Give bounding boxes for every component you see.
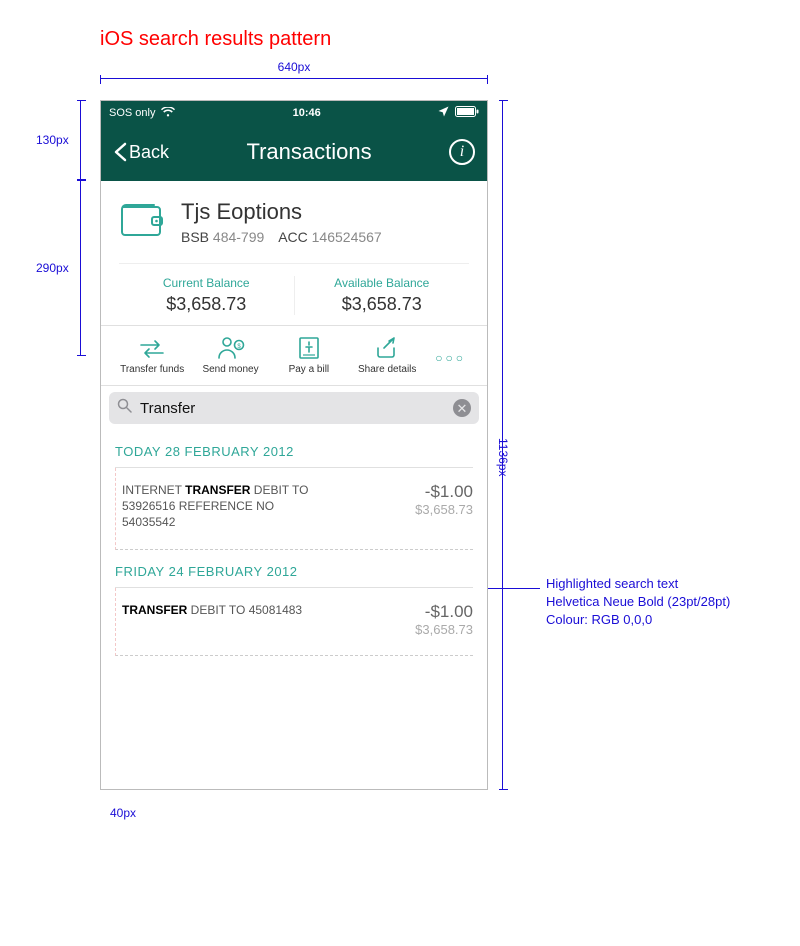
wifi-icon (161, 107, 175, 120)
dimension-width-top: 640px (100, 78, 488, 79)
search-icon (117, 398, 132, 418)
account-summary: Tjs Eoptions BSB 484-799 ACC 146524567 C… (101, 181, 487, 326)
send-money-icon: $ (217, 336, 245, 360)
account-name: Tjs Eoptions (181, 199, 392, 225)
share-details-button[interactable]: Share details (350, 336, 424, 375)
wallet-icon (119, 199, 165, 239)
info-button[interactable]: i (449, 139, 475, 165)
search-bar: Transfer ✕ (101, 386, 487, 430)
nav-title: Transactions (246, 139, 371, 165)
device-frame: SOS only 10:46 Back Transactions (100, 100, 488, 790)
app-header: SOS only 10:46 Back Transactions (101, 101, 487, 181)
send-money-button[interactable]: $ Send money (193, 336, 267, 375)
dimension-left-inset: 40px (104, 806, 132, 820)
callout-text: Highlighted search text Helvetica Neue B… (546, 575, 730, 630)
transfer-funds-button[interactable]: Transfer funds (115, 338, 189, 375)
back-button[interactable]: Back (113, 142, 169, 163)
current-balance: Current Balance $3,658.73 (119, 276, 294, 315)
search-input[interactable]: Transfer ✕ (109, 392, 479, 424)
pay-bill-button[interactable]: Pay a bill (272, 336, 346, 375)
highlighted-match: TRANSFER (122, 603, 187, 617)
page-title: iOS search results pattern (100, 28, 331, 51)
transaction-list: TODAY 28 FEBRUARY 2012 INTERNET TRANSFER… (101, 430, 487, 656)
transaction-balance: $3,658.73 (415, 622, 473, 637)
dimension-header-height: 130px (80, 100, 81, 180)
share-icon (374, 336, 400, 360)
highlighted-match: TRANSFER (185, 483, 250, 497)
available-balance: Available Balance $3,658.73 (294, 276, 470, 315)
transaction-description: INTERNET TRANSFER DEBIT TO 53926516 REFE… (122, 482, 322, 531)
dimension-summary-height: 290px (80, 180, 81, 356)
back-label: Back (129, 142, 169, 163)
transaction-group-header: TODAY 28 FEBRUARY 2012 (115, 430, 473, 468)
chevron-left-icon (113, 142, 127, 162)
battery-icon (455, 106, 479, 120)
transaction-group-header: FRIDAY 24 FEBRUARY 2012 (115, 550, 473, 588)
carrier-label: SOS only (109, 107, 155, 119)
more-actions-button[interactable]: ○○○ (428, 351, 473, 375)
transaction-amount: -$1.00 (415, 482, 473, 502)
transfer-icon (138, 338, 166, 360)
transaction-row[interactable]: INTERNET TRANSFER DEBIT TO 53926516 REFE… (115, 468, 473, 550)
more-icon: ○○○ (435, 351, 466, 365)
location-icon (438, 106, 449, 120)
transaction-row[interactable]: TRANSFER DEBIT TO 45081483 -$1.00 $3,658… (115, 588, 473, 656)
account-meta: BSB 484-799 ACC 146524567 (181, 229, 392, 245)
clear-search-button[interactable]: ✕ (453, 399, 471, 417)
transaction-description: TRANSFER DEBIT TO 45081483 (122, 602, 302, 637)
status-time: 10:46 (293, 107, 321, 119)
info-icon: i (460, 143, 464, 161)
close-icon: ✕ (457, 402, 468, 415)
transaction-amount: -$1.00 (415, 602, 473, 622)
pay-bill-icon (297, 336, 321, 360)
action-row: Transfer funds $ Send money Pay a bill S… (101, 326, 487, 386)
dimension-height-right: 1136px (502, 100, 503, 790)
search-query: Transfer (140, 400, 445, 417)
status-bar: SOS only 10:46 (101, 101, 487, 123)
transaction-balance: $3,658.73 (415, 502, 473, 517)
